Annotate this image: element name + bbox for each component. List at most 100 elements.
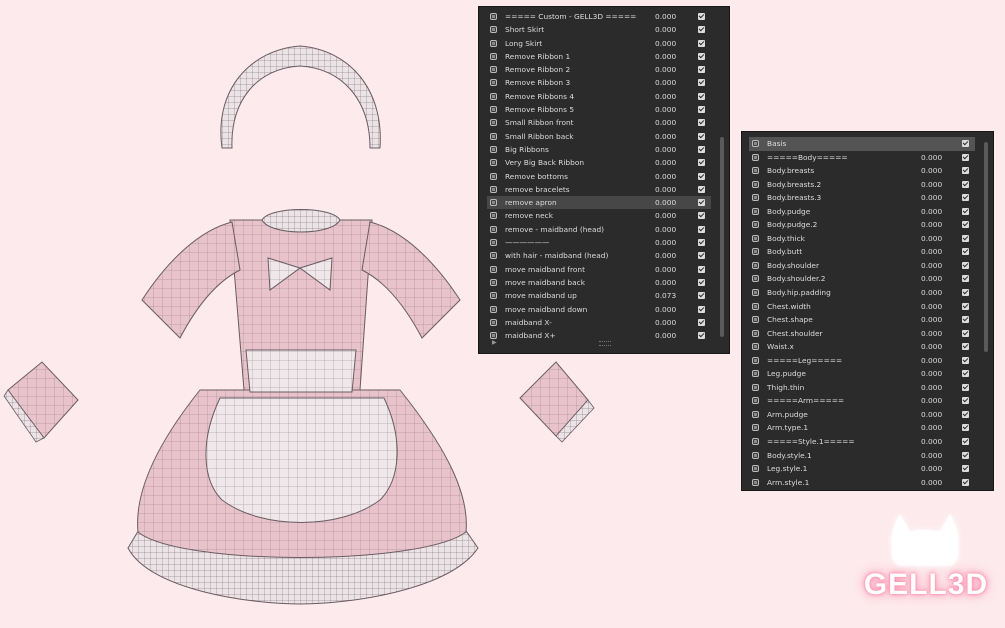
- shape-key-row[interactable]: Arm.pudge 0.000: [749, 408, 975, 422]
- shape-key-row[interactable]: =====Body===== 0.000: [749, 151, 975, 165]
- mute-checkbox[interactable]: [698, 66, 705, 74]
- shape-key-value[interactable]: 0.000: [921, 272, 961, 286]
- shape-key-row[interactable]: Arm.type.1 0.000: [749, 421, 975, 435]
- mute-checkbox[interactable]: [962, 465, 969, 473]
- shape-key-value[interactable]: 0.000: [921, 205, 961, 219]
- shape-key-name[interactable]: ——————: [505, 236, 549, 249]
- shape-key-row[interactable]: Body.butt 0.000: [749, 245, 975, 259]
- shape-key-value[interactable]: 0.000: [921, 327, 961, 341]
- shape-key-value[interactable]: 0.000: [921, 218, 961, 232]
- mute-checkbox[interactable]: [962, 343, 969, 351]
- mute-checkbox[interactable]: [698, 305, 705, 313]
- mute-checkbox[interactable]: [962, 438, 969, 446]
- shape-key-name[interactable]: Remove Ribbon 2: [505, 63, 570, 76]
- shape-key-name[interactable]: Body.thick: [767, 232, 805, 246]
- shape-key-row[interactable]: move maidband back 0.000: [487, 276, 711, 289]
- shape-key-name[interactable]: remove neck: [505, 209, 553, 222]
- mute-checkbox[interactable]: [698, 119, 705, 127]
- mute-checkbox[interactable]: [698, 92, 705, 100]
- shape-key-value[interactable]: 0.000: [921, 354, 961, 368]
- shape-key-name[interactable]: Small Ribbon back: [505, 130, 574, 143]
- shape-key-row[interactable]: Body.shoulder.2 0.000: [749, 272, 975, 286]
- mute-checkbox[interactable]: [962, 153, 969, 161]
- shape-key-name[interactable]: remove bracelets: [505, 183, 570, 196]
- shape-key-row[interactable]: Body.breasts.3 0.000: [749, 191, 975, 205]
- shape-key-row[interactable]: Remove Ribbons 4 0.000: [487, 90, 711, 103]
- shape-key-row[interactable]: Waist.x 0.000: [749, 340, 975, 354]
- shape-key-name[interactable]: =====Style.1=====: [767, 435, 855, 449]
- shape-key-value[interactable]: 0.000: [655, 223, 695, 236]
- shape-key-name[interactable]: move maidband front: [505, 263, 585, 276]
- shape-key-name[interactable]: Arm.type.1: [767, 421, 808, 435]
- shape-key-row[interactable]: —————— 0.000: [487, 236, 711, 249]
- shape-key-name[interactable]: Long Skirt: [505, 37, 542, 50]
- shape-key-name[interactable]: move maidband down: [505, 303, 587, 316]
- mute-checkbox[interactable]: [962, 329, 969, 337]
- mute-checkbox[interactable]: [698, 199, 705, 207]
- shape-key-value[interactable]: 0.000: [655, 183, 695, 196]
- shape-key-value[interactable]: 0.000: [655, 329, 695, 342]
- mute-checkbox[interactable]: [962, 248, 969, 256]
- shape-key-row[interactable]: ===== Custom - GELL3D ===== 0.000: [487, 10, 711, 23]
- shape-key-name[interactable]: Remove Ribbon 3: [505, 76, 570, 89]
- shape-key-row[interactable]: remove bracelets 0.000: [487, 183, 711, 196]
- mute-checkbox[interactable]: [962, 424, 969, 432]
- mute-checkbox[interactable]: [698, 39, 705, 47]
- scrollbar[interactable]: [720, 137, 724, 337]
- mute-checkbox[interactable]: [698, 106, 705, 114]
- shape-key-row[interactable]: Remove Ribbons 5 0.000: [487, 103, 711, 116]
- shape-key-row[interactable]: =====Style.1===== 0.000: [749, 435, 975, 449]
- shape-key-name[interactable]: Arm.style.1: [767, 476, 809, 490]
- mute-checkbox[interactable]: [698, 318, 705, 326]
- shape-key-value[interactable]: 0.000: [655, 263, 695, 276]
- mute-checkbox[interactable]: [962, 451, 969, 459]
- shape-key-name[interactable]: Body.butt: [767, 245, 802, 259]
- expand-arrow-icon[interactable]: ▶: [492, 339, 497, 346]
- mute-checkbox[interactable]: [962, 410, 969, 418]
- shape-key-value[interactable]: 0.000: [655, 236, 695, 249]
- shape-key-name[interactable]: Thigh.thin: [767, 381, 804, 395]
- shape-key-name[interactable]: maidband X+: [505, 329, 556, 342]
- shape-key-row[interactable]: Body.hip.padding 0.000: [749, 286, 975, 300]
- shape-key-name[interactable]: Chest.shoulder: [767, 327, 823, 341]
- shape-key-value[interactable]: 0.000: [655, 209, 695, 222]
- shape-key-row[interactable]: Body.pudge 0.000: [749, 205, 975, 219]
- shape-key-name[interactable]: maidband X-: [505, 316, 552, 329]
- shape-key-row[interactable]: move maidband up 0.073: [487, 289, 711, 302]
- shape-key-row[interactable]: Chest.width 0.000: [749, 300, 975, 314]
- mute-checkbox[interactable]: [698, 278, 705, 286]
- mute-checkbox[interactable]: [962, 370, 969, 378]
- shape-key-name[interactable]: Big Ribbons: [505, 143, 549, 156]
- mute-checkbox[interactable]: [962, 397, 969, 405]
- shape-key-name[interactable]: Remove bottoms: [505, 170, 568, 183]
- shape-key-name[interactable]: =====Leg=====: [767, 354, 842, 368]
- shape-key-value[interactable]: 0.000: [655, 10, 695, 23]
- shape-key-name[interactable]: Body.breasts.3: [767, 191, 821, 205]
- shape-key-name[interactable]: Body.shoulder.2: [767, 272, 825, 286]
- shape-key-name[interactable]: move maidband back: [505, 276, 585, 289]
- shape-key-name[interactable]: remove - maidband (head): [505, 223, 604, 236]
- shape-key-name[interactable]: Arm.pudge: [767, 408, 808, 422]
- shape-key-value[interactable]: 0.000: [921, 151, 961, 165]
- shape-key-row[interactable]: maidband X- 0.000: [487, 316, 711, 329]
- shape-key-value[interactable]: 0.000: [921, 449, 961, 463]
- mute-checkbox[interactable]: [698, 52, 705, 60]
- shape-key-value[interactable]: 0.000: [655, 37, 695, 50]
- shape-key-value[interactable]: 0.000: [655, 50, 695, 63]
- shape-key-value[interactable]: 0.000: [655, 316, 695, 329]
- shape-key-name[interactable]: Basis: [767, 137, 786, 151]
- shape-key-value[interactable]: 0.000: [921, 164, 961, 178]
- shape-key-row[interactable]: Leg.style.1 0.000: [749, 462, 975, 476]
- mute-checkbox[interactable]: [698, 212, 705, 220]
- shape-keys-panel-body[interactable]: Basis =====Body===== 0.000 Body.breasts 0.00…: [741, 131, 994, 491]
- shape-key-value[interactable]: 0.000: [655, 303, 695, 316]
- shape-key-value[interactable]: 0.000: [655, 156, 695, 169]
- shape-key-row[interactable]: =====Arm===== 0.000: [749, 394, 975, 408]
- shape-key-row[interactable]: Body.style.1 0.000: [749, 449, 975, 463]
- shape-key-value[interactable]: 0.000: [655, 170, 695, 183]
- shape-key-row[interactable]: Chest.shoulder 0.000: [749, 327, 975, 341]
- shape-key-name[interactable]: Short Skirt: [505, 23, 544, 36]
- shape-key-name[interactable]: Body.pudge.2: [767, 218, 817, 232]
- mute-checkbox[interactable]: [962, 221, 969, 229]
- shape-key-row[interactable]: Big Ribbons 0.000: [487, 143, 711, 156]
